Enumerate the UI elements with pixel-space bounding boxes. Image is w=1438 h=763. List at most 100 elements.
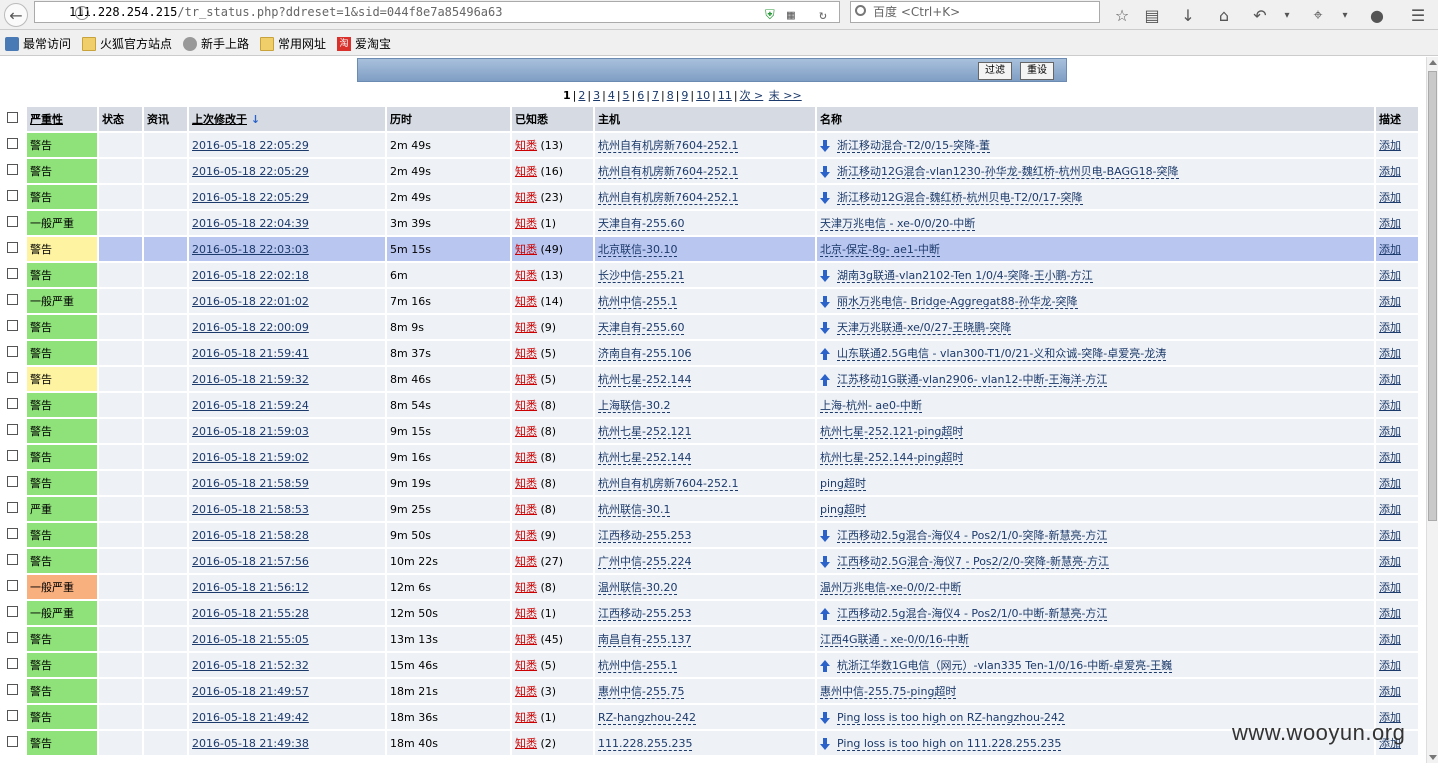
host-cell[interactable]: 长沙中信-255.21: [595, 263, 815, 287]
table-row[interactable]: 警告 2016-05-18 21:59:32 8m 46s 知悉 (5) 杭州七星-25…: [5, 367, 1418, 391]
add-description-link[interactable]: 添加: [1379, 581, 1401, 594]
add-description-link[interactable]: 添加: [1379, 321, 1401, 334]
reading-list-icon[interactable]: ▤: [1140, 3, 1164, 27]
trigger-name-link[interactable]: 江西4G联通 - xe-0/0/16-中断: [820, 633, 969, 647]
download-icon[interactable]: ↓: [1176, 3, 1200, 27]
desc-cell[interactable]: 添加: [1376, 185, 1418, 209]
ack-link[interactable]: 知悉: [515, 477, 537, 490]
ack-link[interactable]: 知悉: [515, 295, 537, 308]
row-checkbox[interactable]: [5, 159, 25, 183]
name-cell[interactable]: 江西4G联通 - xe-0/0/16-中断: [817, 627, 1374, 651]
desc-cell[interactable]: 添加: [1376, 159, 1418, 183]
add-description-link[interactable]: 添加: [1379, 425, 1401, 438]
table-row[interactable]: 警告 2016-05-18 22:05:29 2m 49s 知悉 (16) 杭州自有机房…: [5, 159, 1418, 183]
last-change-link[interactable]: 2016-05-18 21:59:02: [192, 451, 309, 464]
home-icon[interactable]: ⌂: [1212, 3, 1236, 27]
host-link[interactable]: 杭州中信-255.1: [598, 659, 678, 673]
host-cell[interactable]: 南昌自有-255.137: [595, 627, 815, 651]
last-change-cell[interactable]: 2016-05-18 21:59:02: [189, 445, 385, 469]
bookmark-item[interactable]: 最常访问: [5, 35, 71, 52]
ack-link[interactable]: 知悉: [515, 633, 537, 646]
name-cell[interactable]: 温州万兆电信-xe-0/0/2-中断: [817, 575, 1374, 599]
ack-link[interactable]: 知悉: [515, 737, 537, 750]
host-cell[interactable]: 江西移动-255.253: [595, 601, 815, 625]
ack-link[interactable]: 知悉: [515, 581, 537, 594]
add-description-link[interactable]: 添加: [1379, 243, 1401, 256]
shield-icon[interactable]: ⛨: [765, 6, 775, 26]
last-change-cell[interactable]: 2016-05-18 21:59:41: [189, 341, 385, 365]
row-checkbox[interactable]: [5, 367, 25, 391]
row-checkbox[interactable]: [5, 445, 25, 469]
page-link[interactable]: 7: [652, 89, 659, 102]
add-description-link[interactable]: 添加: [1379, 503, 1401, 516]
host-link[interactable]: 天津自有-255.60: [598, 217, 685, 231]
ack-link[interactable]: 知悉: [515, 659, 537, 672]
host-cell[interactable]: 杭州联信-30.1: [595, 497, 815, 521]
table-row[interactable]: 警告 2016-05-18 21:49:38 18m 40s 知悉 (2) 111.22…: [5, 731, 1418, 755]
desc-cell[interactable]: 添加: [1376, 679, 1418, 703]
last-change-cell[interactable]: 2016-05-18 21:55:28: [189, 601, 385, 625]
ack-link[interactable]: 知悉: [515, 243, 537, 256]
trigger-name-link[interactable]: 湖南3g联通-vlan2102-Ten 1/0/4-突降-王小鹏-方江: [837, 269, 1093, 283]
name-cell[interactable]: 杭州七星-252.121-ping超时: [817, 419, 1374, 443]
ack-link[interactable]: 知悉: [515, 347, 537, 360]
last-change-cell[interactable]: 2016-05-18 21:59:32: [189, 367, 385, 391]
row-checkbox[interactable]: [5, 393, 25, 417]
desc-cell[interactable]: 添加: [1376, 393, 1418, 417]
add-description-link[interactable]: 添加: [1379, 477, 1401, 490]
page-link[interactable]: 5: [623, 89, 630, 102]
name-cell[interactable]: 丽水万兆电信- Bridge-Aggregat88-孙华龙-突降: [817, 289, 1374, 313]
desc-cell[interactable]: 添加: [1376, 575, 1418, 599]
name-cell[interactable]: ping超时: [817, 497, 1374, 521]
trigger-name-link[interactable]: 杭州七星-252.144-ping超时: [820, 451, 964, 465]
desc-cell[interactable]: 添加: [1376, 211, 1418, 235]
trigger-name-link[interactable]: 浙江移动12G混合-vlan1230-孙华龙-魏红桥-杭州贝电-BAGG18-突…: [837, 165, 1179, 179]
trigger-name-link[interactable]: Ping loss is too high on 111.228.255.235: [837, 736, 1062, 751]
row-checkbox[interactable]: [5, 289, 25, 313]
name-cell[interactable]: 天津万兆电信 - xe-0/0/20-中断: [817, 211, 1374, 235]
url-bar[interactable]: i 111.228.254.215/tr_status.php?ddreset=…: [34, 1, 840, 23]
add-description-link[interactable]: 添加: [1379, 217, 1401, 230]
table-row[interactable]: 警告 2016-05-18 22:03:03 5m 15s 知悉 (49) 北京联信-3…: [5, 237, 1418, 261]
trigger-name-link[interactable]: 天津万兆联通-xe/0/27-王晓鹏-突降: [837, 321, 1012, 335]
desc-cell[interactable]: 添加: [1376, 445, 1418, 469]
page-link[interactable]: 11: [718, 89, 732, 102]
table-row[interactable]: 警告 2016-05-18 21:59:41 8m 37s 知悉 (5) 济南自有-25…: [5, 341, 1418, 365]
last-change-link[interactable]: 2016-05-18 21:49:57: [192, 685, 309, 698]
name-cell[interactable]: 江苏移动1G联通-vlan2906- vlan12-中断-王海洋-方江: [817, 367, 1374, 391]
host-link[interactable]: RZ-hangzhou-242: [598, 710, 697, 725]
row-checkbox[interactable]: [5, 237, 25, 261]
row-checkbox[interactable]: [5, 497, 25, 521]
add-description-link[interactable]: 添加: [1379, 555, 1401, 568]
row-checkbox[interactable]: [5, 133, 25, 157]
row-checkbox[interactable]: [5, 653, 25, 677]
last-change-cell[interactable]: 2016-05-18 21:49:38: [189, 731, 385, 755]
last-page-link[interactable]: 末 >>: [769, 89, 802, 102]
desc-cell[interactable]: 添加: [1376, 237, 1418, 261]
host-cell[interactable]: 杭州七星-252.121: [595, 419, 815, 443]
page-link[interactable]: 1: [563, 89, 571, 102]
desc-cell[interactable]: 添加: [1376, 133, 1418, 157]
last-change-link[interactable]: 2016-05-18 21:58:53: [192, 503, 309, 516]
host-cell[interactable]: 温州联信-30.20: [595, 575, 815, 599]
bookmark-item[interactable]: 常用网址: [260, 35, 326, 52]
last-change-link[interactable]: 2016-05-18 22:00:09: [192, 321, 309, 334]
last-change-cell[interactable]: 2016-05-18 21:52:32: [189, 653, 385, 677]
star-icon[interactable]: ☆: [1110, 3, 1134, 27]
ack-link[interactable]: 知悉: [515, 685, 537, 698]
host-link[interactable]: 杭州中信-255.1: [598, 295, 678, 309]
page-link[interactable]: 8: [667, 89, 674, 102]
page-link[interactable]: 6: [637, 89, 644, 102]
ack-link[interactable]: 知悉: [515, 425, 537, 438]
table-row[interactable]: 一般严重 2016-05-18 21:56:12 12m 6s 知悉 (8) 温州联信-…: [5, 575, 1418, 599]
last-change-link[interactable]: 2016-05-18 21:58:59: [192, 477, 309, 490]
name-cell[interactable]: ping超时: [817, 471, 1374, 495]
last-change-link[interactable]: 2016-05-18 22:05:29: [192, 191, 309, 204]
back-arrow-icon[interactable]: ←: [4, 3, 28, 27]
name-cell[interactable]: 浙江移动混合-T2/0/15-突降-董: [817, 133, 1374, 157]
host-link[interactable]: 杭州自有机房新7604-252.1: [598, 165, 739, 179]
name-cell[interactable]: 杭浙江华数1G电信（网元）-vlan335 Ten-1/0/16-中断-卓爱亮-…: [817, 653, 1374, 677]
last-change-link[interactable]: 2016-05-18 21:56:12: [192, 581, 309, 594]
name-cell[interactable]: 江西移动2.5g混合-海仪4 - Pos2/1/0-中断-新慧亮-方江: [817, 601, 1374, 625]
desc-cell[interactable]: 添加: [1376, 601, 1418, 625]
